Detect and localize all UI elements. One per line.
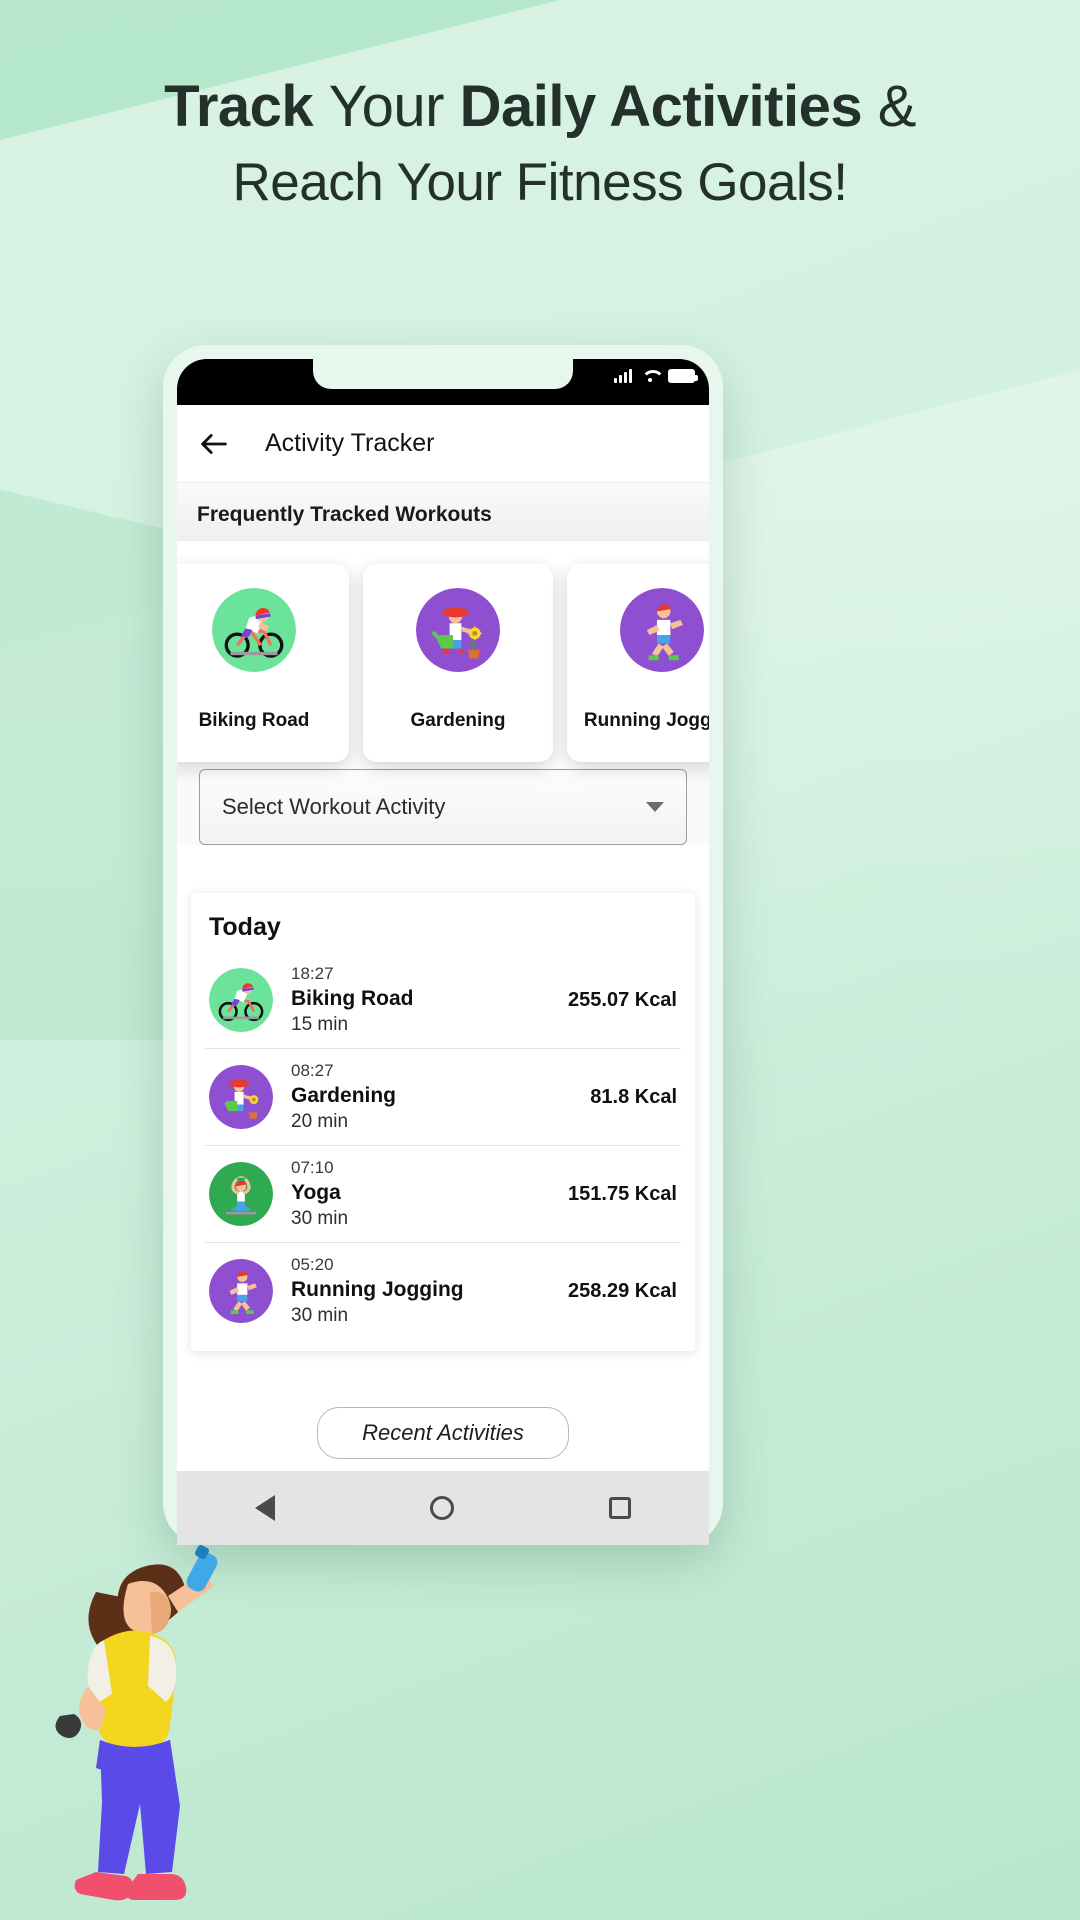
frequently-tracked-workouts-list: Biking Road Gardening Running Jogg (177, 564, 709, 762)
activity-row[interactable]: 18:27 Biking Road 15 min 255.07 Kcal (205, 952, 681, 1049)
activity-row[interactable]: 05:20 Running Jogging 30 min 258.29 Kcal (205, 1243, 681, 1339)
activity-row[interactable]: 08:27 Gardening 20 min 81.8 Kcal (205, 1049, 681, 1146)
headline-daily-activities: Daily Activities (459, 74, 878, 139)
activity-row-meta: 07:10 Yoga 30 min (291, 1158, 568, 1230)
runner-icon (209, 1259, 273, 1323)
status-bar (177, 359, 709, 405)
yoga-icon (209, 1162, 273, 1226)
activity-name: Gardening (291, 1084, 397, 1107)
select-workout-activity-container: Select Workout Activity (177, 769, 709, 845)
activity-row-meta: 18:27 Biking Road 15 min (291, 964, 568, 1036)
dropdown-selected-value: Select Workout Activity (222, 794, 446, 819)
signal-bars-icon (614, 368, 632, 383)
activity-duration: 15 min (291, 1014, 349, 1035)
headline-ampersand: & (877, 74, 917, 139)
activity-name: Yoga (291, 1181, 341, 1204)
chevron-down-icon[interactable] (646, 802, 664, 812)
headline-your: Your (328, 74, 460, 139)
workout-card-label: Biking Road (198, 710, 310, 731)
workout-card-label: Gardening (410, 710, 506, 731)
nav-back-triangle-icon[interactable] (254, 1495, 275, 1521)
select-workout-activity-dropdown[interactable]: Select Workout Activity (199, 769, 687, 845)
battery-full-icon (668, 368, 698, 383)
phone-notch (313, 359, 573, 389)
gardener-icon (209, 1065, 273, 1129)
activity-name: Biking Road (291, 987, 414, 1010)
activity-row-meta: 08:27 Gardening 20 min (291, 1061, 590, 1133)
back-arrow-icon[interactable] (197, 427, 231, 461)
android-nav-bar (177, 1471, 709, 1545)
activity-row-meta: 05:20 Running Jogging 30 min (291, 1255, 568, 1327)
nav-recents-square-icon[interactable] (609, 1497, 632, 1519)
recent-activities-container: Recent Activities (177, 1407, 709, 1459)
woman-drinking-water-illustration (55, 1544, 218, 1901)
status-bar-icons (614, 368, 698, 383)
runner-icon (620, 588, 704, 672)
today-heading: Today (209, 913, 281, 941)
activity-row[interactable]: 07:10 Yoga 30 min 151.75 Kcal (205, 1146, 681, 1243)
activity-calories: 151.75 Kcal (568, 1182, 677, 1205)
activity-name: Running Jogging (291, 1278, 464, 1301)
phone-mockup: Activity Tracker Frequently Tracked Work… (163, 345, 723, 1545)
phone-screen: Activity Tracker Frequently Tracked Work… (177, 359, 709, 1545)
activity-calories: 258.29 Kcal (568, 1279, 677, 1302)
cyclist-icon (212, 588, 296, 672)
app-bar: Activity Tracker (177, 405, 709, 483)
section-heading: Frequently Tracked Workouts (177, 483, 709, 541)
activity-duration: 30 min (291, 1208, 349, 1229)
activity-calories: 255.07 Kcal (568, 988, 677, 1011)
activity-time: 08:27 (291, 1061, 334, 1080)
workout-card-biking-road[interactable]: Biking Road (177, 564, 349, 762)
page-title: Activity Tracker (265, 429, 435, 457)
activity-time: 05:20 (291, 1255, 334, 1274)
headline-track: Track (164, 74, 329, 139)
activity-duration: 30 min (291, 1305, 349, 1326)
activity-calories: 81.8 Kcal (590, 1085, 677, 1108)
workout-card-running-jogging[interactable]: Running Jogging (567, 564, 709, 762)
workout-card-label: Running Jogging (583, 710, 709, 731)
headline-line-2: Reach Your Fitness Goals! (232, 152, 848, 212)
workout-card-gardening[interactable]: Gardening (363, 564, 553, 762)
activity-time: 18:27 (291, 964, 334, 983)
today-activities-panel: Today 18:27 Biking Road 15 min 255.07 Kc… (191, 893, 695, 1351)
nav-home-circle-icon[interactable] (429, 1496, 454, 1520)
headline-line-1: Track Your Daily Activities & (0, 72, 1080, 143)
page-headline: Track Your Daily Activities & Reach Your… (0, 72, 1080, 215)
wifi-icon (641, 369, 659, 383)
activity-duration: 20 min (291, 1111, 349, 1132)
gardener-icon (416, 588, 500, 672)
cyclist-icon (209, 968, 273, 1032)
recent-activities-button[interactable]: Recent Activities (317, 1407, 569, 1459)
activity-time: 07:10 (291, 1158, 334, 1177)
